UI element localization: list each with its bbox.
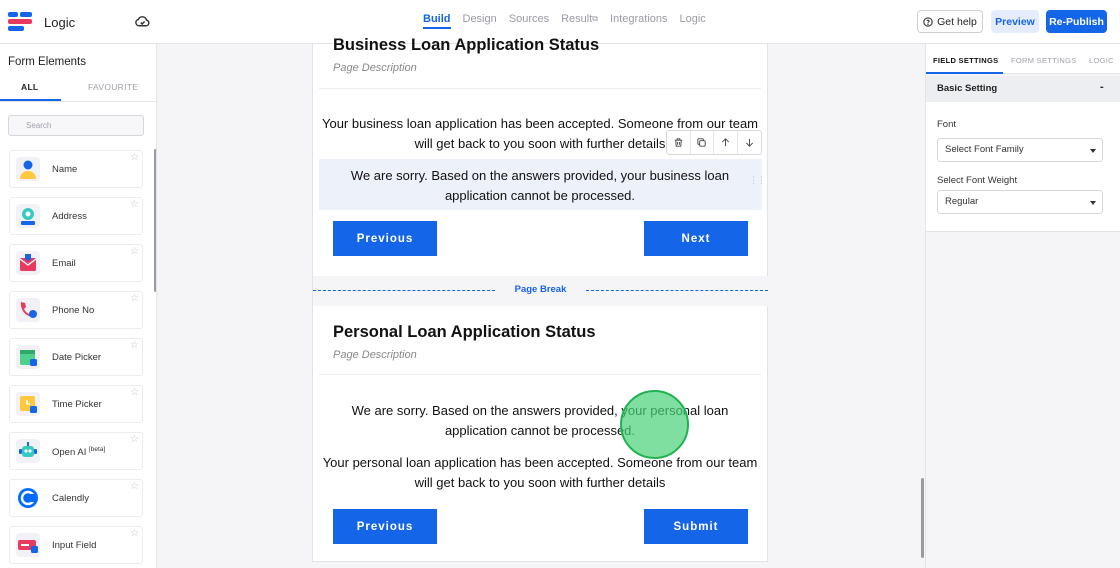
chevron-down-icon [1090, 149, 1096, 153]
arrow-down-icon [745, 138, 753, 147]
move-up-button[interactable] [714, 131, 738, 154]
active-tab-indicator [926, 72, 1003, 74]
cloud-saved-icon [135, 16, 150, 27]
favourite-star-icon[interactable]: ☆ [130, 246, 139, 257]
element-address[interactable]: Address ☆ [9, 197, 143, 235]
nav-result[interactable]: Result⧉ [561, 13, 598, 31]
font-family-select[interactable]: Select Font Family [937, 138, 1103, 162]
nav-build[interactable]: Build [423, 13, 451, 31]
help-circle-icon [923, 16, 933, 27]
robot-icon [16, 439, 40, 463]
element-phone-no[interactable]: Phone No ☆ [9, 291, 143, 329]
element-calendly[interactable]: Calendly ☆ [9, 479, 143, 517]
nav-design[interactable]: Design [463, 13, 497, 31]
page-description[interactable]: Page Description [333, 349, 417, 361]
app-logo-icon [8, 12, 32, 32]
nav-sources[interactable]: Sources [509, 13, 549, 31]
basic-setting-header[interactable]: Basic Setting - [926, 76, 1120, 102]
divider [319, 88, 761, 89]
settings-panel: FIELD SETTINGS FORM SETTINGS LOGIC Basic… [925, 44, 1120, 568]
republish-button[interactable]: Re-Publish [1046, 10, 1107, 33]
form-title[interactable]: Logic [44, 15, 75, 30]
element-list: Name ☆ Address ☆ Email ☆ Phone No ☆ Date… [9, 150, 143, 568]
tab-form-settings[interactable]: FORM SETTINGS [1011, 56, 1077, 65]
clock-icon [16, 392, 40, 416]
favourite-star-icon[interactable]: ☆ [130, 340, 139, 351]
font-weight-label: Select Font Weight [937, 175, 1018, 186]
rejected-message[interactable]: We are sorry. Based on the answers provi… [319, 401, 761, 440]
favourite-star-icon[interactable]: ☆ [130, 152, 139, 163]
external-link-icon: ⧉ [592, 14, 599, 23]
canvas-scrollbar[interactable] [921, 478, 924, 558]
form-canvas: Business Loan Application Status Page De… [312, 36, 769, 562]
chevron-down-icon [1090, 201, 1096, 205]
favourite-star-icon[interactable]: ☆ [130, 293, 139, 304]
move-down-button[interactable] [738, 131, 761, 154]
nav-integrations[interactable]: Integrations [610, 13, 667, 31]
arrow-up-icon [721, 138, 729, 147]
element-time-picker[interactable]: Time Picker ☆ [9, 385, 143, 423]
trash-icon [674, 138, 682, 147]
favourite-star-icon[interactable]: ☆ [130, 481, 139, 492]
active-tab-indicator [0, 99, 61, 101]
settings-tabs: FIELD SETTINGS FORM SETTINGS LOGIC [926, 44, 1120, 74]
element-name[interactable]: Name ☆ [9, 150, 143, 188]
person-icon [16, 157, 40, 181]
copy-icon [697, 138, 706, 147]
rejected-message[interactable]: We are sorry. Based on the answers provi… [319, 166, 761, 205]
page-break-line [313, 290, 495, 291]
click-indicator [620, 390, 689, 459]
duplicate-button[interactable] [691, 131, 714, 154]
nav-logic[interactable]: Logic [680, 13, 706, 31]
favourite-star-icon[interactable]: ☆ [130, 387, 139, 398]
address-icon [16, 204, 40, 228]
page-description[interactable]: Page Description [333, 62, 417, 74]
section-title[interactable]: Personal Loan Application Status [333, 323, 596, 342]
section-title[interactable]: Business Loan Application Status [333, 36, 599, 55]
sidebar-title: Form Elements [8, 56, 86, 68]
tab-logic[interactable]: LOGIC [1089, 56, 1114, 65]
previous-button[interactable]: Previous [333, 221, 437, 256]
get-help-button[interactable]: Get help [917, 10, 983, 33]
accepted-message[interactable]: Your personal loan application has been … [319, 453, 761, 492]
delete-button[interactable] [667, 131, 691, 154]
next-button[interactable]: Next [644, 221, 748, 256]
basic-setting-body: Font Select Font Family Select Font Weig… [926, 102, 1120, 232]
element-open-ai[interactable]: Open AI [beta] ☆ [9, 432, 143, 470]
search-input[interactable]: Search [8, 115, 144, 136]
element-input-field[interactable]: Input Field ☆ [9, 526, 143, 564]
element-date-picker[interactable]: Date Picker ☆ [9, 338, 143, 376]
sidebar-scrollbar[interactable] [154, 149, 156, 292]
preview-button[interactable]: Preview [991, 10, 1039, 33]
font-label: Font [937, 119, 957, 130]
tab-field-settings[interactable]: FIELD SETTINGS [933, 56, 998, 65]
element-email[interactable]: Email ☆ [9, 244, 143, 282]
main-nav: Build Design Sources Result⧉ Integration… [423, 13, 706, 31]
calendly-icon [16, 486, 40, 510]
drag-handle-icon[interactable]: ⋮⋮ [749, 176, 766, 185]
favourite-star-icon[interactable]: ☆ [130, 528, 139, 539]
tab-favourite[interactable]: FAVOURITE [88, 82, 138, 92]
collapse-icon[interactable]: - [1100, 81, 1104, 93]
tab-all[interactable]: ALL [21, 82, 38, 92]
favourite-star-icon[interactable]: ☆ [130, 434, 139, 445]
field-toolbar [666, 130, 762, 155]
calendar-icon [16, 345, 40, 369]
divider [319, 374, 761, 375]
previous-button[interactable]: Previous [333, 509, 437, 544]
form-elements-sidebar: Form Elements ALL FAVOURITE Search Name … [0, 44, 157, 568]
input-field-icon [16, 533, 40, 557]
page-break-label: Page Break [514, 284, 567, 295]
email-icon [16, 251, 40, 275]
font-weight-select[interactable]: Regular [937, 190, 1103, 214]
phone-icon [16, 298, 40, 322]
submit-button[interactable]: Submit [644, 509, 748, 544]
page-break-line [586, 290, 768, 291]
favourite-star-icon[interactable]: ☆ [130, 199, 139, 210]
